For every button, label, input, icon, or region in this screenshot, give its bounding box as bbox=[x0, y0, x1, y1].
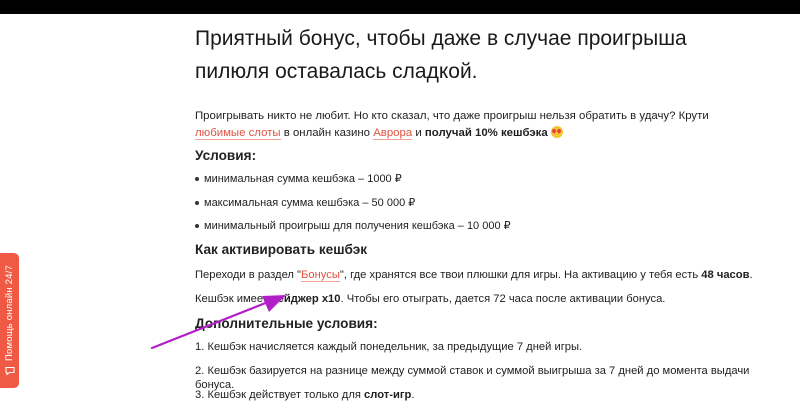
chat-icon bbox=[5, 366, 15, 376]
help-label: Помощь онлайн 24/7 bbox=[4, 265, 16, 361]
intro-text-b: в онлайн казино bbox=[280, 127, 374, 139]
intro-paragraph: Проигрывать никто не любит. Но кто сказа… bbox=[195, 108, 715, 142]
top-bar bbox=[0, 0, 800, 14]
activate-paragraph: Переходи в раздел "Бонусы", где хранятся… bbox=[195, 268, 755, 282]
intro-text-c: и bbox=[412, 127, 425, 139]
list-item: минимальный проигрыш для получения кешбэ… bbox=[195, 219, 715, 243]
list-item: 3. Кешбэк действует только для слот-игр. bbox=[195, 388, 755, 412]
extra-item3-text-a: 3. Кешбэк действует только для bbox=[195, 389, 365, 401]
heart-eyes-emoji-icon bbox=[550, 126, 563, 138]
page-title: Приятный бонус, чтобы даже в случае прои… bbox=[195, 27, 687, 83]
activate-text-c: . bbox=[749, 269, 753, 281]
activate-text-a: Переходи в раздел " bbox=[195, 269, 302, 281]
list-item: 2. Кешбэк базируется на разнице между су… bbox=[195, 365, 750, 391]
activate-text-b: ", где хранятся все твои плюшки для игры… bbox=[339, 269, 702, 281]
conditions-list: минимальная сумма кешбэка – 1000 ₽ макси… bbox=[195, 172, 715, 243]
help-online-button[interactable]: Помощь онлайн 24/7 bbox=[0, 253, 19, 388]
activate-hours: 48 часов bbox=[701, 269, 750, 281]
bonuses-link[interactable]: Бонусы bbox=[301, 269, 340, 282]
list-item: максимальная сумма кешбэка – 50 000 ₽ bbox=[195, 196, 715, 220]
favorite-slots-link[interactable]: любимые слоты bbox=[195, 127, 281, 140]
intro-text-a: Проигрывать никто не любит. Но кто сказа… bbox=[195, 110, 709, 122]
annotation-arrow-icon bbox=[150, 295, 286, 350]
aurora-casino-link[interactable]: Аврора bbox=[373, 127, 413, 140]
list-item: минимальная сумма кешбэка – 1000 ₽ bbox=[195, 172, 715, 196]
extra-item3-text-b: . bbox=[411, 389, 415, 401]
wager-text-b: . Чтобы его отыграть, дается 72 часа пос… bbox=[340, 293, 666, 305]
activate-heading: Как активировать кешбэк bbox=[195, 242, 368, 257]
conditions-heading: Условия: bbox=[195, 148, 257, 163]
slot-games-bold: слот-игр bbox=[364, 389, 412, 401]
intro-bold-cashback: получай 10% кешбэка bbox=[424, 127, 548, 139]
